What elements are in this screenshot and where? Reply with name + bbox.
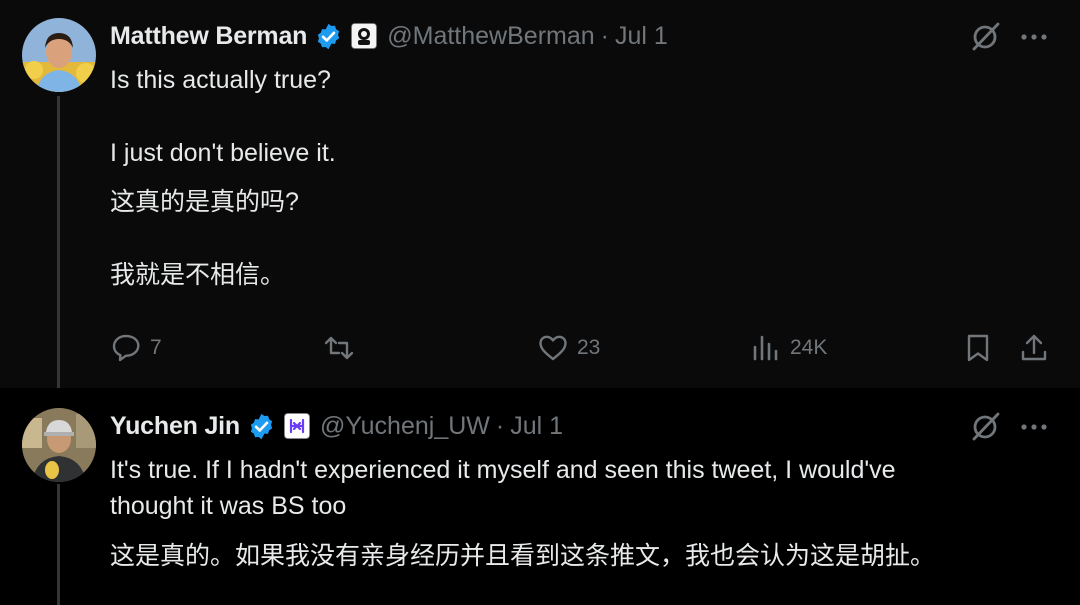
tweet-text-line: It's true. If I hadn't experienced it my… <box>110 456 896 484</box>
reply-icon <box>112 334 140 362</box>
thread-line <box>57 484 60 605</box>
like-count: 23 <box>577 336 601 359</box>
tweet-date[interactable]: Jul 1 <box>615 22 668 51</box>
tweet-header: Matthew Berman @MatthewBerman · Jul 1 <box>110 16 668 56</box>
reply-button[interactable]: 7 <box>110 330 162 366</box>
bookmark-icon <box>967 334 989 362</box>
hyperbolic-badge-icon[interactable] <box>283 413 310 439</box>
thread-line <box>57 96 60 388</box>
forward-future-badge-icon[interactable] <box>351 23 378 49</box>
tweet-text-line: 我就是不相信。 <box>110 261 286 289</box>
share-icon <box>1021 334 1047 361</box>
more-options-icon[interactable] <box>1019 412 1049 442</box>
share-button[interactable] <box>1018 330 1050 366</box>
retweet-button[interactable] <box>323 330 363 366</box>
verified-badge-icon <box>318 23 340 49</box>
author-handle[interactable]: @MatthewBerman <box>387 22 594 51</box>
tweet-text-line: I just don't believe it. <box>110 139 336 167</box>
avatar[interactable] <box>22 18 96 92</box>
analytics-icon <box>753 335 778 361</box>
separator-dot: · <box>600 21 609 50</box>
avatar-photo-icon <box>22 18 96 92</box>
bookmark-button[interactable] <box>962 330 994 366</box>
view-count: 24K <box>790 336 828 359</box>
grok-icon[interactable] <box>970 410 1002 442</box>
separator-dot: · <box>495 411 505 440</box>
heart-icon <box>539 335 567 361</box>
tweet-yuchen-jin[interactable]: Yuchen Jin @Yuchenj_UW · Jul 1 It's true… <box>0 388 1080 605</box>
avatar[interactable] <box>22 408 96 482</box>
tweet-text-line: thought it was BS too <box>110 492 347 520</box>
grok-icon[interactable] <box>970 20 1002 52</box>
author-handle[interactable]: @Yuchenj_UW <box>320 412 490 441</box>
reply-count: 7 <box>150 336 162 359</box>
views-button[interactable]: 24K <box>750 330 827 366</box>
verified-badge-icon <box>250 413 273 439</box>
tweet-matthew-berman[interactable]: Matthew Berman @MatthewBerman · Jul 1 Is… <box>0 0 1080 388</box>
tweet-text-line: 这是真的。如果我没有亲身经历并且看到这条推文，我也会认为这是胡扯。 <box>110 542 936 570</box>
author-name[interactable]: Matthew Berman <box>110 22 307 51</box>
like-button[interactable]: 23 <box>537 330 600 366</box>
tweet-text-line: Is this actually true? <box>110 66 331 94</box>
tweet-date[interactable]: Jul 1 <box>510 412 563 441</box>
more-options-icon[interactable] <box>1019 22 1049 52</box>
tweet-text-line: 这真的是真的吗? <box>110 188 299 216</box>
avatar-photo-icon <box>22 408 96 482</box>
tweet-header: Yuchen Jin @Yuchenj_UW · Jul 1 <box>110 406 563 446</box>
author-name[interactable]: Yuchen Jin <box>110 412 240 441</box>
retweet-icon <box>324 336 354 360</box>
